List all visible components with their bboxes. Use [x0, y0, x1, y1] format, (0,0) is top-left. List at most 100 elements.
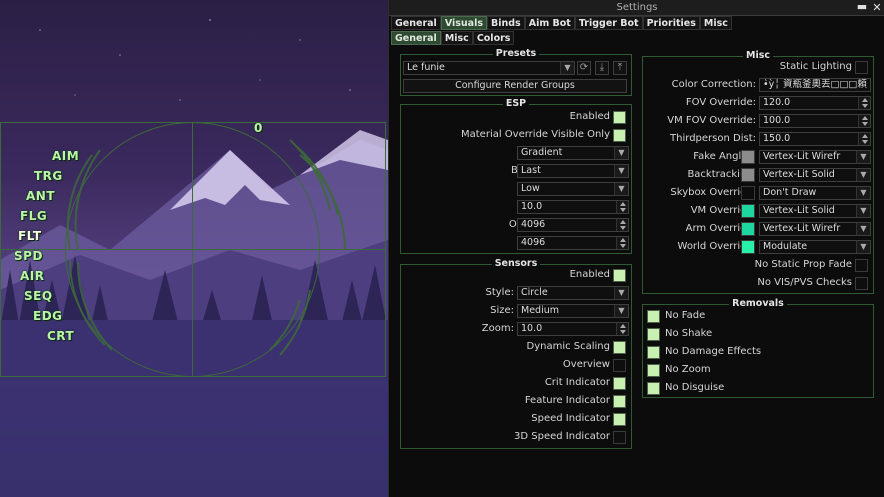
- misc-world-override-value: Modulate: [763, 241, 808, 252]
- removals-no-disguise-label: No Disguise: [665, 382, 725, 393]
- sensors-enabled-checkbox[interactable]: [613, 269, 626, 282]
- close-icon[interactable]: ✕: [871, 2, 883, 14]
- presets-title: Presets: [492, 48, 540, 59]
- tab-priorities[interactable]: Priorities: [642, 16, 700, 30]
- misc-world-override-dropdown[interactable]: Modulate ▼: [759, 240, 871, 254]
- removals-no-fade-checkbox[interactable]: [647, 310, 660, 323]
- misc-static-lighting-label: Static Lighting: [779, 61, 852, 72]
- title-bar[interactable]: Settings ▬ ✕: [389, 0, 884, 16]
- sensors-zoom-value: 10.0: [521, 323, 543, 334]
- esp-text-render-dist-value: 4096: [521, 237, 546, 248]
- tab-aim-bot[interactable]: Aim Bot: [524, 16, 575, 30]
- esp-bar-style-dropdown[interactable]: Gradient ▼: [517, 146, 629, 160]
- misc-fake-angles-color-swatch[interactable]: [741, 150, 755, 164]
- main-tab-bar: General Visuals Binds Aim Bot Trigger Bot Pri…: [391, 16, 732, 30]
- misc-arm-override-value: Vertex-Lit Wirefr: [763, 223, 841, 234]
- misc-color-correction-label: Color Correction:: [671, 79, 756, 90]
- esp-title: ESP: [502, 98, 530, 109]
- sensors-enabled-label: Enabled: [569, 269, 610, 280]
- misc-arm-override-color-swatch[interactable]: [741, 222, 755, 236]
- preset-dropdown[interactable]: Le funie ▼: [403, 61, 575, 75]
- tab-general[interactable]: General: [391, 16, 441, 30]
- sensors-crit-indicator-label: Crit Indicator: [544, 377, 610, 388]
- esp-outline-render-dist-value: 4096: [521, 219, 546, 230]
- refresh-icon[interactable]: ⟳: [577, 61, 591, 75]
- sensors-size-dropdown[interactable]: Medium ▼: [517, 304, 629, 318]
- sensors-3d-speed-indicator-checkbox[interactable]: [613, 431, 626, 444]
- sensors-speed-indicator-checkbox[interactable]: [613, 413, 626, 426]
- misc-fov-override-value: 120.0: [763, 97, 791, 108]
- esp-backtracking-mode-dropdown[interactable]: Last ▼: [517, 164, 629, 178]
- misc-fov-override-input[interactable]: 120.0: [759, 96, 871, 110]
- esp-enabled-checkbox[interactable]: [613, 111, 626, 124]
- configure-render-groups-button[interactable]: Configure Render Groups: [403, 79, 627, 93]
- misc-vm-override-color-swatch[interactable]: [741, 204, 755, 218]
- removals-no-damage-effects-label: No Damage Effects: [665, 346, 762, 357]
- removals-no-shake-checkbox[interactable]: [647, 328, 660, 341]
- sensors-crit-indicator-checkbox[interactable]: [613, 377, 626, 390]
- download-icon[interactable]: ⤓: [595, 61, 609, 75]
- misc-vm-fov-override-input[interactable]: 100.0: [759, 114, 871, 128]
- misc-fake-angles-value: Vertex-Lit Wirefr: [763, 151, 841, 162]
- misc-thirdperson-dist-input[interactable]: 150.0: [759, 132, 871, 146]
- spinner-arrows-icon[interactable]: [616, 323, 628, 335]
- spinner-arrows-icon[interactable]: [858, 115, 870, 127]
- chevron-down-icon: ▼: [614, 147, 628, 159]
- chevron-down-icon: ▼: [856, 241, 870, 253]
- chevron-down-icon: ▼: [614, 305, 628, 317]
- chevron-down-icon: ▼: [856, 205, 870, 217]
- misc-arm-override-dropdown[interactable]: Vertex-Lit Wirefr ▼: [759, 222, 871, 236]
- removals-no-disguise-checkbox[interactable]: [647, 382, 660, 395]
- esp-text-render-dist-input[interactable]: 4096: [517, 236, 629, 250]
- sensors-size-value: Medium: [521, 305, 559, 316]
- hud-label-seq: SEQ: [24, 289, 53, 303]
- esp-outline-quality-dropdown[interactable]: Low ▼: [517, 182, 629, 196]
- misc-backtracking-color-swatch[interactable]: [741, 168, 755, 182]
- misc-world-override-color-swatch[interactable]: [741, 240, 755, 254]
- hud-label-air: AIR: [20, 269, 45, 283]
- esp-outline-quality-value: Low: [521, 183, 540, 194]
- removals-no-zoom-checkbox[interactable]: [647, 364, 660, 377]
- sensors-feature-indicator-checkbox[interactable]: [613, 395, 626, 408]
- esp-backtracking-mode-value: Last: [521, 165, 541, 176]
- spinner-arrows-icon[interactable]: [616, 237, 628, 249]
- spinner-arrows-icon[interactable]: [858, 97, 870, 109]
- sensors-dynamic-scaling-label: Dynamic Scaling: [526, 341, 611, 352]
- esp-outline-render-dist-input[interactable]: 4096: [517, 218, 629, 232]
- misc-fake-angles-dropdown[interactable]: Vertex-Lit Wirefr ▼: [759, 150, 871, 164]
- misc-no-static-prop-fade-label: No Static Prop Fade: [754, 259, 852, 270]
- misc-color-correction-field[interactable]: •̀ỳ╎ 資瓶釜奧丟□□□頼: [759, 78, 871, 92]
- misc-thirdperson-dist-value: 150.0: [763, 133, 791, 144]
- spinner-arrows-icon[interactable]: [616, 201, 628, 213]
- subtab-general[interactable]: General: [391, 31, 441, 45]
- tab-trigger-bot[interactable]: Trigger Bot: [574, 16, 643, 30]
- sensors-style-dropdown[interactable]: Circle ▼: [517, 286, 629, 300]
- hud-label-spd: SPD: [14, 249, 43, 263]
- tab-misc[interactable]: Misc: [699, 16, 732, 30]
- tab-visuals[interactable]: Visuals: [440, 16, 487, 30]
- misc-skybox-override-color-swatch[interactable]: [741, 186, 755, 200]
- misc-vm-override-value: Vertex-Lit Solid: [763, 205, 835, 216]
- misc-static-lighting-checkbox[interactable]: [855, 61, 868, 74]
- misc-backtracking-dropdown[interactable]: Vertex-Lit Solid ▼: [759, 168, 871, 182]
- spinner-arrows-icon[interactable]: [858, 133, 870, 145]
- sensors-dynamic-scaling-checkbox[interactable]: [613, 341, 626, 354]
- spinner-arrows-icon[interactable]: [616, 219, 628, 231]
- misc-group: Misc Static Lighting Color Correction: •̀ỳ…: [642, 50, 874, 294]
- sensors-zoom-input[interactable]: 10.0: [517, 322, 629, 336]
- subtab-misc[interactable]: Misc: [440, 31, 473, 45]
- upload-icon[interactable]: ⤒: [613, 61, 627, 75]
- esp-material-override-visible-only-checkbox[interactable]: [613, 129, 626, 142]
- esp-outline-thickness-input[interactable]: 10.0: [517, 200, 629, 214]
- removals-group: Removals No Fade No Shake No Damage Effect…: [642, 298, 874, 398]
- tab-binds[interactable]: Binds: [487, 16, 525, 30]
- misc-vm-override-dropdown[interactable]: Vertex-Lit Solid ▼: [759, 204, 871, 218]
- misc-no-vis-pvs-checks-checkbox[interactable]: [855, 277, 868, 290]
- removals-no-damage-effects-checkbox[interactable]: [647, 346, 660, 359]
- subtab-colors[interactable]: Colors: [472, 31, 515, 45]
- misc-no-static-prop-fade-checkbox[interactable]: [855, 259, 868, 272]
- minimize-icon[interactable]: ▬: [856, 1, 868, 14]
- mountain-scenery: [0, 19, 388, 497]
- misc-skybox-override-dropdown[interactable]: Don't Draw ▼: [759, 186, 871, 200]
- sensors-overview-checkbox[interactable]: [613, 359, 626, 372]
